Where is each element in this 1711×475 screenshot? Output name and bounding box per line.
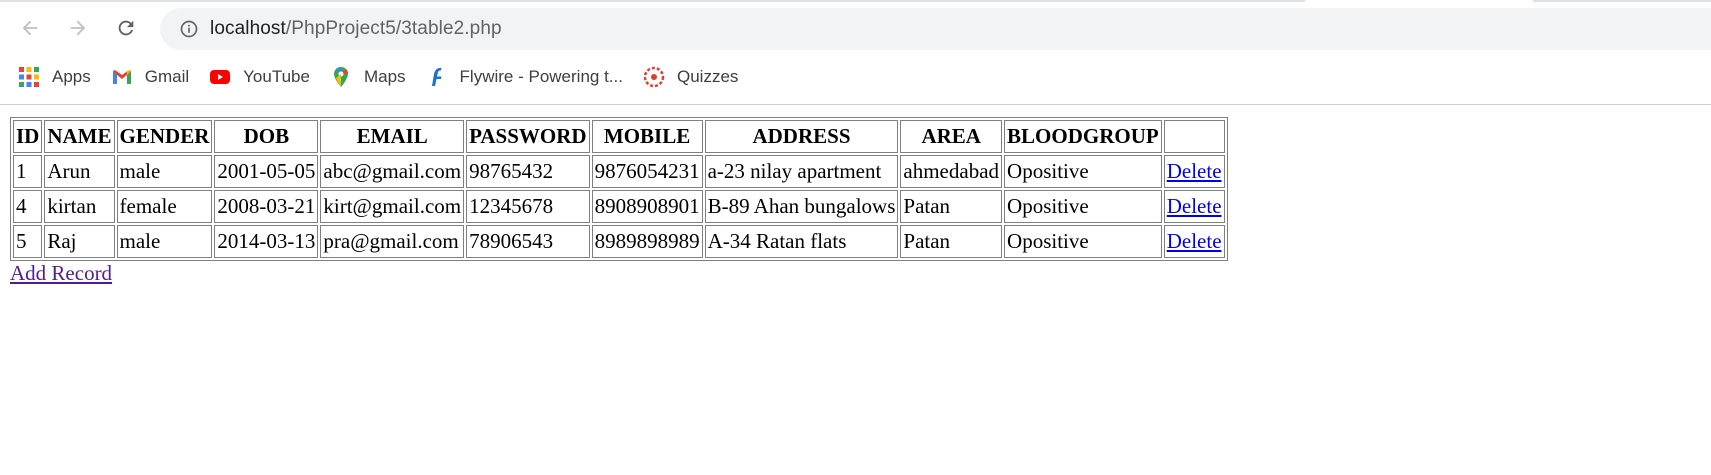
apps-grid-icon: [18, 66, 40, 88]
header-gender: GENDER: [116, 120, 213, 153]
delete-link[interactable]: Delete: [1167, 194, 1222, 218]
header-dob: DOB: [214, 120, 319, 153]
cell-dob: 2014-03-13: [214, 225, 319, 258]
quizzes-icon: [643, 66, 665, 88]
cell-bloodgroup: Opositive: [1004, 190, 1162, 223]
table-row: 5 Raj male 2014-03-13 pra@gmail.com 7890…: [13, 225, 1225, 258]
bookmark-gmail[interactable]: Gmail: [103, 62, 197, 92]
cell-action: Delete: [1163, 190, 1225, 223]
header-address: ADDRESS: [704, 120, 899, 153]
cell-mobile: 8989898989: [591, 225, 703, 258]
bookmarks-bar: Apps Gmail YouTube Maps Flywire - Poweri…: [0, 60, 1711, 94]
forward-button[interactable]: [60, 10, 96, 46]
cell-name: Arun: [44, 155, 115, 188]
table-header-row: ID NAME GENDER DOB EMAIL PASSWORD MOBILE…: [13, 120, 1225, 153]
header-area: AREA: [900, 120, 1003, 153]
delete-link[interactable]: Delete: [1167, 229, 1222, 253]
arrow-right-icon: [70, 20, 86, 36]
cell-gender: female: [116, 190, 213, 223]
cell-bloodgroup: Opositive: [1004, 225, 1162, 258]
cell-password: 12345678: [466, 190, 590, 223]
arrow-left-icon: [22, 20, 38, 36]
youtube-icon: [209, 66, 231, 88]
reload-icon: [118, 20, 134, 36]
cell-id: 4: [13, 190, 43, 223]
cell-name: kirtan: [44, 190, 115, 223]
cell-id: 5: [13, 225, 43, 258]
cell-gender: male: [116, 155, 213, 188]
cell-dob: 2008-03-21: [214, 190, 319, 223]
header-action: [1163, 120, 1225, 153]
maps-pin-icon: [330, 66, 352, 88]
browser-chrome: localhost/PhpProject5/3table2.php Apps G…: [0, 0, 1711, 105]
url-path: /PhpProject5/3table2.php: [285, 18, 502, 39]
bookmark-label: Maps: [363, 67, 406, 86]
url-text: localhost/PhpProject5/3table2.php: [210, 18, 502, 40]
bookmark-label: Flywire - Powering t...: [459, 67, 623, 86]
info-icon[interactable]: [178, 18, 200, 40]
cell-address: B-89 Ahan bungalows: [704, 190, 899, 223]
add-record-link[interactable]: Add Record: [10, 261, 112, 285]
cell-gender: male: [116, 225, 213, 258]
cell-action: Delete: [1163, 155, 1225, 188]
cell-password: 78906543: [466, 225, 590, 258]
cell-area: Patan: [900, 225, 1003, 258]
cell-email: kirt@gmail.com: [320, 190, 465, 223]
header-name: NAME: [44, 120, 115, 153]
back-button[interactable]: [12, 10, 48, 46]
gmail-icon: [111, 66, 133, 88]
bookmark-maps[interactable]: Maps: [322, 62, 414, 92]
flywire-icon: [426, 66, 448, 88]
header-id: ID: [13, 120, 43, 153]
cell-action: Delete: [1163, 225, 1225, 258]
cell-mobile: 8908908901: [591, 190, 703, 223]
bookmark-youtube[interactable]: YouTube: [201, 62, 318, 92]
cell-area: ahmedabad: [900, 155, 1003, 188]
bookmark-label: Gmail: [144, 67, 190, 86]
bookmark-flywire[interactable]: Flywire - Powering t...: [418, 62, 631, 92]
header-mobile: MOBILE: [591, 120, 703, 153]
page-content: ID NAME GENDER DOB EMAIL PASSWORD MOBILE…: [10, 117, 1228, 286]
cell-id: 1: [13, 155, 43, 188]
header-email: EMAIL: [320, 120, 465, 153]
cell-email: abc@gmail.com: [320, 155, 465, 188]
header-password: PASSWORD: [466, 120, 590, 153]
url-host: localhost: [210, 18, 286, 39]
tab-strip-edge: [0, 0, 1711, 2]
address-bar[interactable]: localhost/PhpProject5/3table2.php: [160, 8, 1711, 50]
cell-password: 98765432: [466, 155, 590, 188]
cell-address: a-23 nilay apartment: [704, 155, 899, 188]
table-row: 1 Arun male 2001-05-05 abc@gmail.com 987…: [13, 155, 1225, 188]
cell-name: Raj: [44, 225, 115, 258]
cell-mobile: 9876054231: [591, 155, 703, 188]
bookmark-label: YouTube: [243, 67, 310, 86]
reload-button[interactable]: [108, 10, 144, 46]
cell-bloodgroup: Opositive: [1004, 155, 1162, 188]
cell-email: pra@gmail.com: [320, 225, 465, 258]
cell-area: Patan: [900, 190, 1003, 223]
header-bloodgroup: BLOODGROUP: [1004, 120, 1162, 153]
delete-link[interactable]: Delete: [1167, 159, 1222, 183]
bookmark-label: Quizzes: [676, 67, 739, 86]
bookmark-apps[interactable]: Apps: [10, 62, 99, 92]
navigation-bar: localhost/PhpProject5/3table2.php: [0, 6, 1711, 52]
cell-address: A-34 Ratan flats: [704, 225, 899, 258]
cell-dob: 2001-05-05: [214, 155, 319, 188]
bookmark-quizzes[interactable]: Quizzes: [635, 62, 746, 92]
bookmark-label: Apps: [52, 67, 91, 86]
records-table: ID NAME GENDER DOB EMAIL PASSWORD MOBILE…: [10, 117, 1228, 261]
table-row: 4 kirtan female 2008-03-21 kirt@gmail.co…: [13, 190, 1225, 223]
